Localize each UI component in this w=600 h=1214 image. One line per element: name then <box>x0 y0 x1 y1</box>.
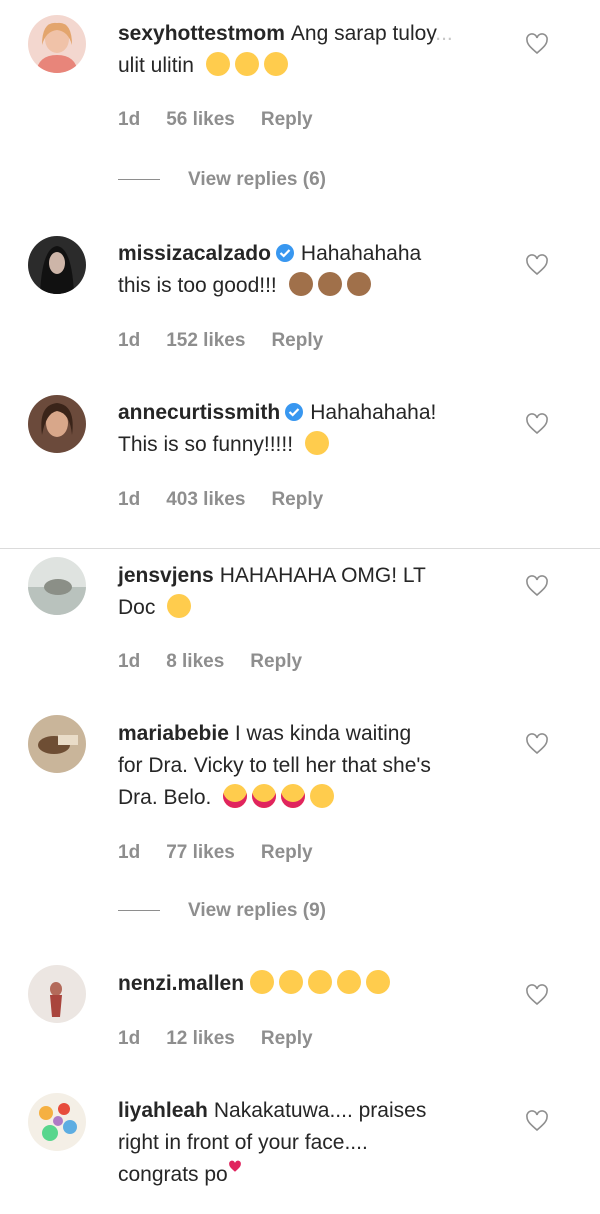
heart-eyes-emoji <box>252 784 277 808</box>
joy-emoji <box>366 970 391 994</box>
username[interactable]: jensvjens <box>118 564 214 587</box>
clap-emoji <box>317 272 342 296</box>
joy-emoji <box>308 970 333 994</box>
comment-content-line2: right in front of your face.... <box>118 1131 368 1154</box>
clap-emoji <box>288 272 313 296</box>
reply-button[interactable]: Reply <box>261 109 313 130</box>
comment-meta: 1d 77 likes Reply <box>118 842 339 864</box>
comment-content: Ang sarap tuloy <box>290 22 436 45</box>
like-count[interactable]: 77 likes <box>166 842 235 863</box>
avatar[interactable] <box>28 1093 86 1151</box>
heart-outline-icon[interactable] <box>525 575 549 597</box>
comment-age: 1d <box>118 1028 141 1049</box>
verified-badge-icon <box>285 403 304 421</box>
reply-button[interactable]: Reply <box>250 651 302 672</box>
reply-button[interactable]: Reply <box>261 842 313 863</box>
reply-button[interactable]: Reply <box>271 330 323 351</box>
like-count[interactable]: 403 likes <box>166 489 245 510</box>
replies-line <box>118 179 160 181</box>
heart-eyes-emoji <box>223 784 248 808</box>
joy-emoji <box>250 970 275 994</box>
like-count[interactable]: 8 likes <box>166 651 224 672</box>
username[interactable]: mariabebie <box>118 722 229 745</box>
replies-line <box>118 910 160 912</box>
view-replies-label: View replies (9) <box>188 900 326 921</box>
comment-meta: 1d 12 likes Reply <box>118 1028 339 1050</box>
rofl-emoji <box>205 52 230 76</box>
view-replies-label: View replies (6) <box>188 169 326 190</box>
joy-emoji <box>304 431 329 455</box>
comment-content: Hahahahaha! <box>310 401 437 424</box>
heart-outline-icon[interactable] <box>525 984 549 1006</box>
comment-content: Nakakatuwa.... praises <box>213 1099 427 1122</box>
comment-content: I was kinda waiting <box>234 722 412 745</box>
reply-button[interactable]: Reply <box>271 489 323 510</box>
joy-emoji <box>337 970 362 994</box>
comment-content-line2: ulit ulitin <box>118 54 194 77</box>
view-replies-button[interactable]: View replies (6) <box>118 169 326 191</box>
comment-meta: 1d 403 likes Reply <box>118 489 349 511</box>
comment-text: jensvjens HAHAHAHA OMG! LT Doc <box>118 560 513 624</box>
red-heart-icon <box>228 1160 241 1172</box>
comment-content-line3: Dra. Belo. <box>118 786 212 809</box>
heart-outline-icon[interactable] <box>525 733 549 755</box>
like-count[interactable]: 56 likes <box>166 109 235 130</box>
comment-text: missizacalzado Hahahahaha this is too goo… <box>118 238 513 302</box>
comment-age: 1d <box>118 842 141 863</box>
heart-outline-icon[interactable] <box>525 254 549 276</box>
comment-meta: 1d 56 likes Reply <box>118 109 339 131</box>
comment-text: liyahleah Nakakatuwa.... praises right in… <box>118 1095 513 1191</box>
like-count[interactable]: 152 likes <box>166 330 245 351</box>
joy-emoji <box>167 594 192 618</box>
username[interactable]: liyahleah <box>118 1099 208 1122</box>
avatar[interactable] <box>28 965 86 1023</box>
rofl-emoji <box>263 52 288 76</box>
comment-text: sexyhottestmom Ang sarap tuloy... ulit ul… <box>118 18 513 82</box>
comment-content-line2: this is too good!!! <box>118 274 277 297</box>
username[interactable]: sexyhottestmom <box>118 22 285 45</box>
heart-eyes-emoji <box>281 784 306 808</box>
comment-text: nenzi.mallen <box>118 968 513 1000</box>
rofl-emoji <box>234 52 259 76</box>
clap-emoji <box>346 272 371 296</box>
heart-outline-icon[interactable] <box>525 413 549 435</box>
heart-outline-icon[interactable] <box>525 1110 549 1132</box>
username[interactable]: nenzi.mallen <box>118 972 244 995</box>
comment-age: 1d <box>118 489 141 510</box>
view-replies-button[interactable]: View replies (9) <box>118 900 326 922</box>
comment-age: 1d <box>118 330 141 351</box>
comment-content-line2: This is so funny!!!!! <box>118 433 294 456</box>
comment-content-line2: for Dra. Vicky to tell her that she's <box>118 754 431 777</box>
comment-text: mariabebie I was kinda waiting for Dra. V… <box>118 718 513 814</box>
divider <box>0 548 600 549</box>
comment-content-line2: Doc <box>118 596 156 619</box>
comment-meta: 1d 152 likes Reply <box>118 330 349 352</box>
verified-badge-icon <box>275 244 294 262</box>
avatar[interactable] <box>28 557 86 615</box>
truncation-fade: ... <box>435 22 453 45</box>
username[interactable]: missizacalzado <box>118 242 271 265</box>
comment-content: Hahahahaha <box>300 242 422 265</box>
heart-outline-icon[interactable] <box>525 33 549 55</box>
avatar[interactable] <box>28 236 86 294</box>
comment-text: annecurtissmith Hahahahaha! This is so fu… <box>118 397 513 461</box>
avatar[interactable] <box>28 715 86 773</box>
comment-age: 1d <box>118 109 141 130</box>
comment-content: HAHAHAHA OMG! LT <box>219 564 426 587</box>
comment-content-line3: congrats po <box>118 1163 228 1186</box>
joy-emoji <box>279 970 304 994</box>
username[interactable]: annecurtissmith <box>118 401 280 424</box>
avatar[interactable] <box>28 15 86 73</box>
reply-button[interactable]: Reply <box>261 1028 313 1049</box>
comment-meta: 1d 8 likes Reply <box>118 651 328 673</box>
comment-age: 1d <box>118 651 141 672</box>
tongue-emoji <box>310 784 335 808</box>
avatar[interactable] <box>28 395 86 453</box>
like-count[interactable]: 12 likes <box>166 1028 235 1049</box>
